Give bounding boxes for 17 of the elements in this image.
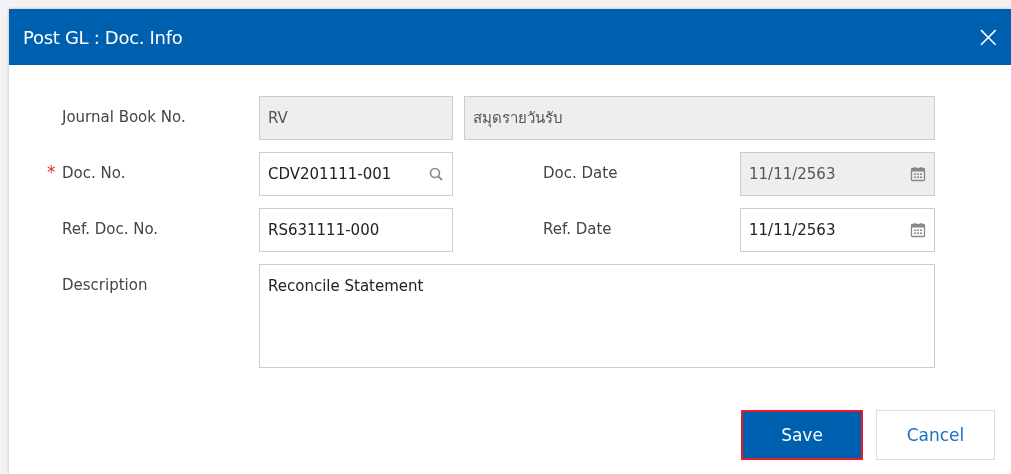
field-label: Ref. Date [543, 219, 613, 240]
date-field[interactable]: 11/11/2563 [740, 208, 935, 252]
window-title: Post GL : Doc. Info [23, 26, 183, 48]
search-icon[interactable] [428, 166, 444, 182]
close-icon[interactable]: × [975, 22, 1001, 52]
field-label: Doc. Date [543, 163, 619, 184]
calendar-icon[interactable] [910, 222, 926, 238]
field-label: Doc. No. [62, 164, 126, 182]
description-field[interactable]: Reconcile Statement [259, 264, 935, 368]
text-field[interactable]: RS631111-000 [259, 208, 453, 252]
field-label: Description [62, 276, 148, 294]
field-label: Ref. Doc. No. [62, 220, 159, 238]
field-label: Journal Book No. [62, 108, 186, 126]
search-field[interactable]: CDV201111-001 [259, 152, 453, 196]
required-mark: * [47, 162, 56, 182]
cancel-button[interactable]: Cancel [876, 410, 995, 460]
save-button[interactable]: Save [741, 410, 863, 460]
